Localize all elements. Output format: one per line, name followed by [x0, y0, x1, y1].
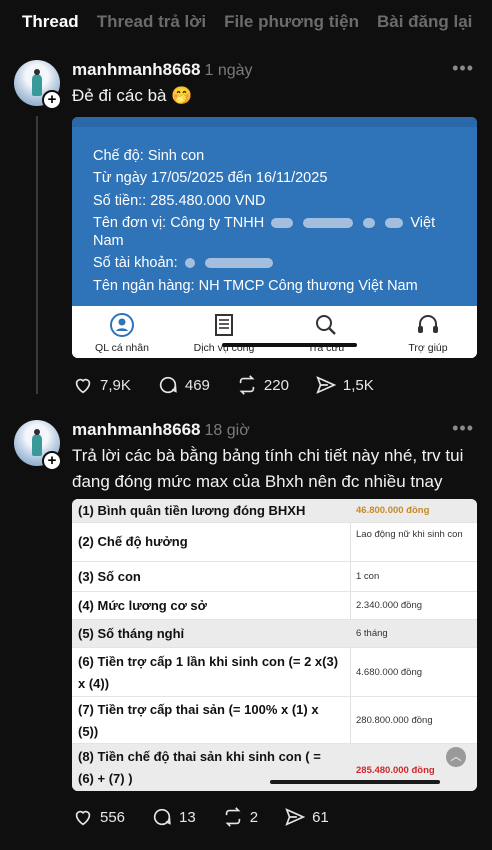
row-label: (3) Số con [78, 569, 141, 584]
avatar-figure [32, 434, 42, 456]
table-row: (5) Số tháng nghỉ 6 tháng [72, 620, 477, 648]
row-value: Lao động nữ khi sinh con [356, 529, 463, 540]
row-label: (6) Tiền trợ cấp 1 lần khi sinh con (= 2… [78, 654, 339, 691]
table-row: (4) Mức lương cơ sở 2.340.000 đồng [72, 592, 477, 620]
row-label: (7) Tiền trợ cấp thai sản (= 100% x (1) … [78, 702, 319, 739]
row-label: (1) Bình quân tiền lương đóng BHXH [78, 503, 306, 518]
row-value: 280.800.000 đồng [356, 715, 433, 726]
comment-icon [153, 808, 171, 826]
post-2: + manhmanh8668 18 giờ ••• Trả lời các bà … [0, 0, 492, 850]
share-icon [285, 808, 306, 826]
table-row: (7) Tiền trợ cấp thai sản (= 100% x (1) … [72, 697, 477, 744]
row-label: (5) Số tháng nghỉ [78, 626, 185, 641]
share-count: 61 [312, 808, 329, 826]
row-value: 2.340.000 đồng [356, 600, 423, 611]
more-icon[interactable]: ••• [452, 418, 474, 439]
table-row: (2) Chế độ hưởng Lao động nữ khi sinh co… [72, 523, 477, 562]
home-indicator [270, 780, 440, 784]
follow-plus-icon[interactable]: + [42, 451, 62, 471]
table-row: (3) Số con 1 con [72, 562, 477, 592]
repost-icon [225, 807, 241, 827]
username-text: manhmanh8668 [72, 420, 201, 439]
username[interactable]: manhmanh8668 18 giờ [72, 420, 250, 440]
post-time: 18 giờ [204, 422, 250, 439]
like-button[interactable]: 556 [72, 806, 125, 828]
table-row: (1) Bình quân tiền lương đóng BHXH 46.80… [72, 499, 477, 523]
post-image-calculation-table[interactable]: (1) Bình quân tiền lương đóng BHXH 46.80… [72, 499, 477, 791]
repost-button[interactable]: 2 [222, 806, 258, 828]
row-label: (2) Chế độ hưởng [78, 534, 188, 549]
like-count: 556 [100, 808, 126, 826]
row-value: 4.680.000 đồng [356, 667, 423, 678]
repost-count: 2 [249, 808, 259, 826]
post-actions: 556 13 2 61 [72, 806, 355, 828]
row-value: 46.800.000 đồng [356, 505, 430, 516]
heart-icon [75, 810, 91, 826]
share-button[interactable]: 61 [284, 806, 329, 828]
row-value: 1 con [356, 571, 380, 582]
row-label: (4) Mức lương cơ sở [78, 598, 207, 613]
comment-count: 13 [179, 808, 196, 826]
avatar-head [34, 429, 40, 435]
row-value: 6 tháng [356, 628, 388, 639]
table-row: (6) Tiền trợ cấp 1 lần khi sinh con (= 2… [72, 648, 477, 697]
comment-button[interactable]: 13 [151, 806, 196, 828]
post-text: Trả lời các bà bằng bảng tính chi tiết n… [72, 446, 464, 491]
chevron-up-icon[interactable]: ︿ [446, 747, 466, 767]
